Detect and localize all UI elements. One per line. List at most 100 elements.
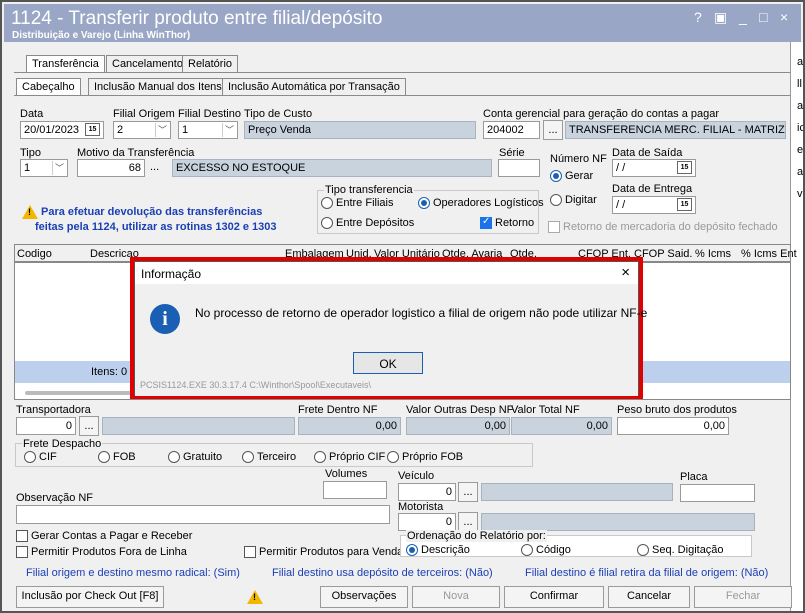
tab-relatorio[interactable]: Relatório [182, 55, 239, 73]
strip-text: ll [797, 78, 802, 90]
motorista-label: Motorista [398, 501, 444, 513]
grid-col-icms-ent[interactable]: % Icms Ent [741, 248, 797, 260]
info-radical: Filial origem e destino mesmo radical: (… [26, 567, 240, 579]
motorista-lookup-button[interactable]: ... [458, 512, 478, 532]
dialog-body: i No processo de retorno de operador log… [135, 284, 647, 396]
grid-col-icms[interactable]: % Icms [695, 248, 731, 260]
data-saida-field[interactable]: / / 15 [612, 159, 696, 177]
horizontal-scrollbar[interactable] [25, 391, 145, 395]
valor-total-label: Valor Total NF [511, 404, 580, 416]
serie-field[interactable] [498, 159, 540, 177]
placa-field[interactable] [680, 484, 755, 502]
tipo-label: Tipo [20, 147, 41, 159]
frete-gratuito-radio[interactable] [168, 451, 180, 463]
grid-col-codigo[interactable]: Codigo [17, 248, 52, 260]
gerar-contas-checkbox[interactable] [16, 530, 28, 542]
numero-nf-label: Número NF [550, 153, 607, 165]
title-bar: 1124 - Transferir produto entre filial/d… [4, 4, 801, 42]
entre-depositos-label: Entre Depósitos [336, 217, 415, 229]
observacao-field[interactable] [16, 505, 390, 524]
frete-fob-radio[interactable] [98, 451, 110, 463]
data-entrega-field[interactable]: / / 15 [612, 196, 696, 214]
veiculo-desc-field [481, 483, 673, 501]
info-dialog: Informação × i No processo de retorno de… [134, 261, 647, 396]
tab-transferencia[interactable]: Transferência [26, 55, 105, 73]
retorno-fechado-checkbox[interactable] [548, 221, 560, 233]
help-icon[interactable]: ? [694, 9, 702, 25]
calendar-icon[interactable]: 15 [677, 161, 692, 174]
cancelar-button[interactable]: Cancelar [608, 586, 690, 608]
motorista-field[interactable]: 0 [398, 513, 456, 531]
permitir-fora-checkbox[interactable] [16, 546, 28, 558]
checkout-button[interactable]: Inclusão por Check Out [F8] [16, 586, 164, 608]
calendar-icon[interactable]: 15 [677, 198, 692, 211]
transportadora-lookup-button[interactable]: ... [79, 416, 99, 436]
frete-proprio-fob-radio[interactable] [387, 451, 399, 463]
close-icon[interactable]: × [780, 9, 788, 25]
gerar-radio[interactable] [550, 170, 562, 182]
tipo-select[interactable]: 1 ﹀ [20, 159, 68, 177]
dialog-title: Informação × [135, 262, 638, 284]
dialog-path: PCSIS1124.EXE 30.3.17.4 C:\Winthor\Spool… [140, 380, 371, 390]
tab-inclusao-automatica[interactable]: Inclusão Automática por Transação [222, 78, 406, 96]
nova-button[interactable]: Nova [412, 586, 500, 608]
confirmar-button[interactable]: Confirmar [504, 586, 604, 608]
veiculo-field[interactable]: 0 [398, 483, 456, 501]
warning-text-2: feitas pela 1124, utilizar as rotinas 13… [35, 221, 277, 233]
chevron-down-icon[interactable]: ﹀ [52, 161, 66, 175]
digitar-radio[interactable] [550, 194, 562, 206]
ord-descricao-label: Descrição [421, 544, 470, 556]
frete-cif-radio[interactable] [24, 451, 36, 463]
frete-terceiro-radio[interactable] [242, 451, 254, 463]
ok-button[interactable]: OK [353, 352, 423, 374]
permitir-venda-label: Permitir Produtos para Venda [259, 546, 404, 558]
chevron-down-icon[interactable]: ﹀ [222, 123, 236, 137]
ord-seq-label: Seq. Digitação [652, 544, 724, 556]
operadores-radio[interactable] [418, 197, 430, 209]
calendar-icon[interactable]: 15 [85, 123, 100, 136]
window-title: 1124 - Transferir produto entre filial/d… [11, 8, 383, 29]
data-field[interactable]: 20/01/2023 15 [20, 121, 104, 139]
observacoes-button[interactable]: Observações [320, 586, 408, 608]
ord-codigo-radio[interactable] [521, 544, 533, 556]
veiculo-lookup-button[interactable]: ... [458, 482, 478, 502]
entre-filiais-radio[interactable] [321, 197, 333, 209]
restore-icon[interactable]: ▣ [714, 9, 727, 26]
ord-descricao-radio[interactable] [406, 544, 418, 556]
retorno-checkbox[interactable] [480, 216, 492, 229]
operadores-label: Operadores Logísticos [433, 197, 544, 209]
conta-code-field[interactable]: 204002 [483, 121, 540, 139]
fechar-button[interactable]: Fechar [694, 586, 792, 608]
entre-depositos-radio[interactable] [321, 217, 333, 229]
transportadora-desc-field [102, 417, 295, 435]
transportadora-field[interactable]: 0 [16, 417, 76, 435]
tab-cancelamento[interactable]: Cancelamento [106, 55, 189, 73]
minimize-icon[interactable]: _ [739, 9, 747, 25]
maximize-icon[interactable]: □ [759, 9, 767, 25]
conta-gerencial-label: Conta gerencial para geração do contas a… [483, 108, 720, 120]
filial-origem-select[interactable]: 2 ﹀ [113, 121, 171, 139]
conta-lookup-button[interactable]: ... [543, 120, 563, 140]
valor-outras-field: 0,00 [406, 417, 510, 435]
tab-cabecalho[interactable]: Cabeçalho [16, 78, 81, 96]
motivo-lookup-button[interactable]: ... [150, 161, 159, 173]
tipo-custo-field[interactable]: Preço Venda [244, 121, 476, 139]
motivo-code-field[interactable]: 68 [77, 159, 145, 177]
permitir-venda-checkbox[interactable] [244, 546, 256, 558]
peso-bruto-field[interactable]: 0,00 [617, 417, 729, 435]
warning-icon [247, 590, 263, 604]
data-entrega-label: Data de Entrega [612, 183, 693, 195]
info-filial-retira: Filial destino é filial retira da filial… [525, 567, 769, 579]
data-saida-label: Data de Saída [612, 147, 683, 159]
chevron-down-icon[interactable]: ﹀ [155, 123, 169, 137]
serie-label: Série [499, 147, 525, 159]
filial-destino-label: Filial Destino [178, 108, 241, 120]
motivo-label: Motivo da Transferência [77, 147, 195, 159]
valor-total-field: 0,00 [511, 417, 612, 435]
volumes-field[interactable] [323, 481, 387, 499]
tab-inclusao-manual[interactable]: Inclusão Manual dos Itens [88, 78, 228, 96]
ord-seq-radio[interactable] [637, 544, 649, 556]
dialog-close-icon[interactable]: × [621, 264, 630, 281]
filial-destino-select[interactable]: 1 ﹀ [178, 121, 238, 139]
frete-proprio-cif-radio[interactable] [314, 451, 326, 463]
